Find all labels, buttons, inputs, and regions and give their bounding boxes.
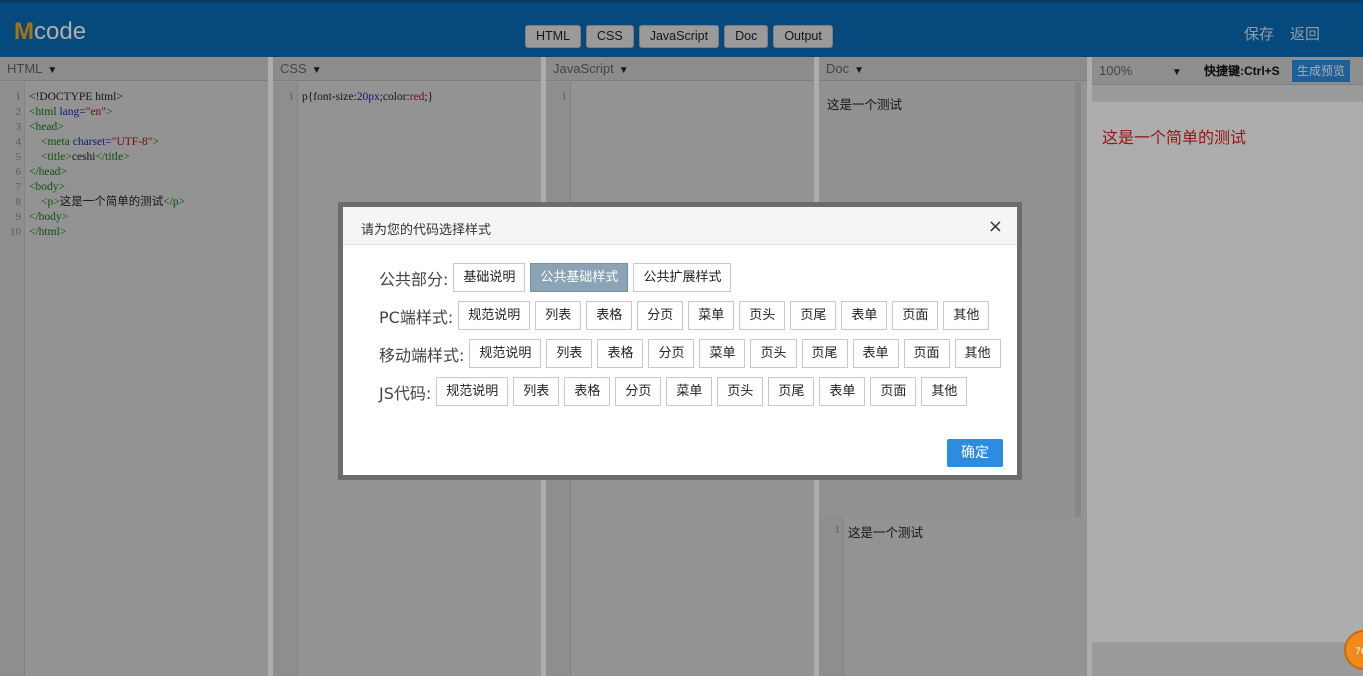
style-button[interactable]: 基础说明 bbox=[453, 263, 526, 292]
style-button[interactable]: 其他 bbox=[943, 301, 990, 330]
style-button[interactable]: 规范说明 bbox=[458, 301, 531, 330]
style-button[interactable]: 页尾 bbox=[801, 339, 848, 368]
style-button[interactable]: 表单 bbox=[819, 377, 866, 406]
style-button[interactable]: 页尾 bbox=[768, 377, 815, 406]
style-button[interactable]: 页面 bbox=[892, 301, 939, 330]
style-button[interactable]: 列表 bbox=[513, 377, 560, 406]
row-label: JS代码: bbox=[379, 383, 432, 403]
row-label: PC端样式: bbox=[379, 307, 454, 327]
style-button[interactable]: 表单 bbox=[841, 301, 888, 330]
style-select-dialog: 请为您的代码选择样式 × 公共部分: 基础说明 公共基础样式 公共扩展样式 PC… bbox=[338, 202, 1022, 480]
style-button[interactable]: 列表 bbox=[546, 339, 593, 368]
style-button[interactable]: 菜单 bbox=[699, 339, 746, 368]
style-button[interactable]: 页尾 bbox=[790, 301, 837, 330]
style-button[interactable]: 页头 bbox=[739, 301, 786, 330]
style-button[interactable]: 其他 bbox=[921, 377, 968, 406]
style-row-js: JS代码: 规范说明 列表 表格 分页 菜单 页头 页尾 表单 页面 其他 bbox=[379, 377, 972, 406]
style-button[interactable]: 分页 bbox=[637, 301, 684, 330]
dialog-title: 请为您的代码选择样式 bbox=[361, 223, 492, 238]
style-button[interactable]: 表单 bbox=[852, 339, 899, 368]
row-label: 移动端样式: bbox=[379, 345, 465, 365]
style-row-pc: PC端样式: 规范说明 列表 表格 分页 菜单 页头 页尾 表单 页面 其他 bbox=[379, 301, 994, 330]
style-button[interactable]: 表格 bbox=[564, 377, 611, 406]
style-button-selected[interactable]: 公共基础样式 bbox=[530, 263, 629, 292]
style-button[interactable]: 表格 bbox=[597, 339, 644, 368]
close-icon[interactable]: × bbox=[988, 216, 1003, 237]
dialog-header: 请为您的代码选择样式 × bbox=[343, 207, 1017, 245]
style-row-common: 公共部分: 基础说明 公共基础样式 公共扩展样式 bbox=[379, 263, 736, 292]
style-button[interactable]: 公共扩展样式 bbox=[633, 263, 732, 292]
style-button[interactable]: 列表 bbox=[535, 301, 582, 330]
style-button[interactable]: 分页 bbox=[615, 377, 662, 406]
style-button[interactable]: 规范说明 bbox=[436, 377, 509, 406]
style-button[interactable]: 页头 bbox=[750, 339, 797, 368]
style-button[interactable]: 表格 bbox=[586, 301, 633, 330]
style-button[interactable]: 页头 bbox=[717, 377, 764, 406]
style-button[interactable]: 菜单 bbox=[666, 377, 713, 406]
style-button[interactable]: 其他 bbox=[954, 339, 1001, 368]
style-button[interactable]: 页面 bbox=[903, 339, 950, 368]
style-button[interactable]: 菜单 bbox=[688, 301, 735, 330]
confirm-button[interactable]: 确定 bbox=[947, 439, 1003, 467]
style-button[interactable]: 分页 bbox=[648, 339, 695, 368]
row-label: 公共部分: bbox=[379, 269, 449, 289]
style-button[interactable]: 规范说明 bbox=[469, 339, 542, 368]
style-button[interactable]: 页面 bbox=[870, 377, 917, 406]
style-row-mobile: 移动端样式: 规范说明 列表 表格 分页 菜单 页头 页尾 表单 页面 其他 bbox=[379, 339, 1006, 368]
